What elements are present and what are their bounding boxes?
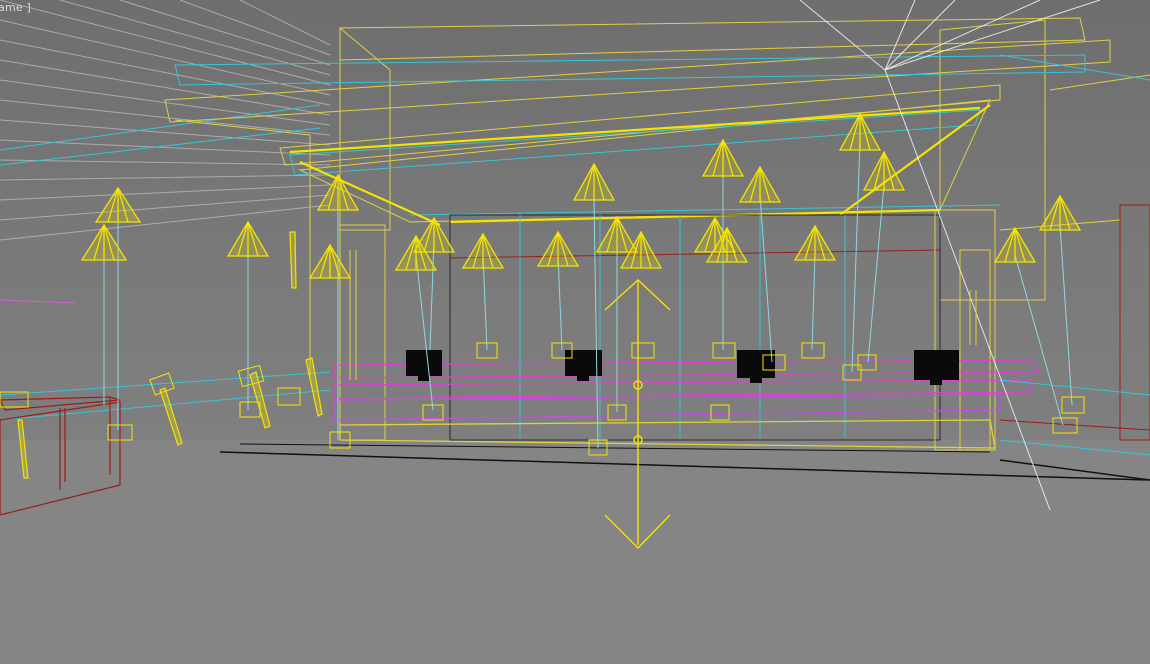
spotlight-11: [595, 215, 639, 253]
spotlight-20: [993, 226, 1037, 263]
ceiling-frame: [164, 17, 1150, 380]
spotlight-5: [308, 243, 352, 279]
wall-spotlight-5: [305, 357, 323, 417]
spotlight-21: [1038, 194, 1082, 231]
spotlight-9: [536, 230, 580, 267]
spotlight-4: [316, 173, 360, 211]
3d-viewport[interactable]: ame ]: [0, 0, 1150, 664]
spotlight-3: [226, 220, 270, 257]
spotlight-1: [94, 186, 142, 223]
spotlight-19: [862, 150, 906, 191]
spotlight-14: [738, 165, 782, 203]
wall-spotlight-2: [159, 387, 183, 446]
monitor-1: [406, 350, 442, 381]
spotlight-8: [461, 232, 505, 269]
monitor-4: [914, 350, 959, 385]
wall-spotlight-3: [249, 371, 271, 429]
spotlight-10: [572, 162, 616, 201]
spotlight-13: [701, 138, 745, 177]
wireframe-scene[interactable]: [0, 0, 1150, 664]
wall-spotlight-4: [289, 231, 297, 289]
left-ceiling-lines: [0, 0, 331, 241]
spotlight-17: [793, 224, 837, 261]
floor-plane: [0, 440, 1150, 664]
